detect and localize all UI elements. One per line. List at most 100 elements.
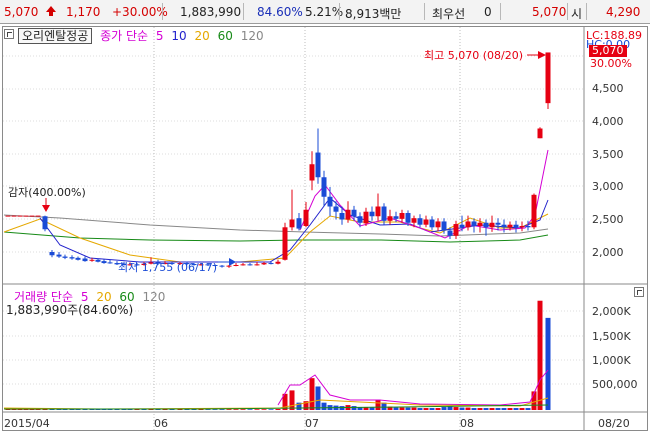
volume-bar (219, 409, 225, 410)
volume-bar (519, 408, 525, 410)
volume-bar (369, 407, 375, 410)
y-tick-4500: 4,500 (592, 82, 624, 95)
candle-body (453, 224, 459, 236)
candle-body (315, 152, 321, 178)
candle-body (219, 265, 225, 267)
candle-body (429, 219, 435, 228)
candle-body (240, 264, 246, 266)
volume-bar (321, 402, 327, 410)
ma60-line (3, 231, 549, 243)
volume-bar (275, 409, 281, 410)
low-annotation: 최저 1,755 (06/17) (118, 261, 218, 274)
volume-bar (459, 407, 465, 410)
candle-body (233, 265, 239, 266)
volume-bar (169, 409, 175, 410)
candle-body (56, 254, 62, 257)
price-volume-chart[interactable] (0, 0, 650, 433)
volume-bar (114, 409, 120, 410)
candle-body (89, 259, 95, 261)
y-tick-3000: 3,000 (592, 180, 624, 193)
volume-bar (162, 409, 168, 410)
x-cursor-date: 08/20 (598, 417, 630, 430)
volume-bar (393, 407, 399, 410)
volume-bar (429, 408, 435, 410)
volume-bar (513, 408, 519, 410)
event-annotation: 감자(400.00%) (8, 186, 86, 199)
volume-panel-menu-icon[interactable] (634, 287, 644, 297)
candle-body (82, 258, 88, 262)
candle-body (275, 261, 281, 264)
volume-bar (261, 409, 267, 410)
price-legend: 오리엔탈정공 종가 단순 5 10 20 60 120 (18, 27, 264, 44)
y-tick-3500: 3,500 (592, 148, 624, 161)
candle-body (393, 216, 399, 219)
current-volume: 1,883,990주(84.60%) (6, 303, 134, 317)
volume-bar (465, 407, 471, 410)
candle-body (69, 257, 75, 259)
candle-body (471, 221, 477, 226)
volume-bar (240, 409, 246, 410)
volume-bar (477, 408, 483, 410)
vol-tick-500k: 500,000 (592, 378, 638, 391)
volume-bar (489, 408, 495, 410)
volume-bar (127, 409, 133, 410)
y-tick-2000: 2,000 (592, 246, 624, 259)
volume-bar (405, 407, 411, 410)
ma-60-label[interactable]: 60 (218, 29, 233, 43)
candle-body (339, 213, 345, 220)
volume-bar (507, 408, 513, 410)
volume-bar (453, 407, 459, 410)
candle-body (42, 216, 48, 230)
volume-bar (483, 408, 489, 410)
y-tick-4000: 4,000 (592, 115, 624, 128)
ma-10-label[interactable]: 10 (171, 29, 186, 43)
candle-body (327, 196, 333, 207)
candle-body (29, 215, 35, 217)
vol-ma-120-label[interactable]: 120 (143, 290, 166, 304)
candle-body (363, 211, 369, 224)
candle-body (507, 224, 513, 228)
candle-body (11, 215, 17, 217)
volume-bar (525, 408, 531, 410)
panel-menu-icon[interactable] (4, 29, 14, 39)
candle-body (545, 52, 551, 104)
candle-body (519, 226, 525, 228)
volume-bar (399, 407, 405, 410)
candle-body (441, 221, 447, 231)
volume-bar (226, 409, 232, 410)
candle-body (261, 263, 267, 265)
ma-20-label[interactable]: 20 (194, 29, 209, 43)
volume-bar (254, 409, 260, 410)
volume-bar (375, 399, 381, 410)
x-label-08: 08 (460, 417, 474, 430)
x-label-06: 06 (154, 417, 168, 430)
candle-body (49, 252, 55, 256)
candle-body (75, 257, 81, 260)
volume-bar (435, 408, 441, 410)
candle-body (525, 226, 531, 228)
candle-body (399, 213, 405, 219)
candle-body (268, 263, 274, 265)
candle-body (282, 227, 288, 260)
candle-body (17, 215, 23, 217)
candle-body (101, 261, 107, 264)
candle-body (369, 211, 375, 217)
volume-bar (441, 407, 447, 410)
ma-5-label[interactable]: 5 (156, 29, 164, 43)
candle-body (345, 209, 351, 220)
volume-bar (417, 408, 423, 410)
volume-bar (177, 409, 183, 410)
vol-tick-1500k: 1,500K (592, 330, 631, 343)
candle-body (381, 206, 387, 221)
candle-body (537, 128, 543, 139)
vol-tick-1000k: 1,000K (592, 354, 631, 367)
volume-bar (447, 406, 453, 410)
candle-body (296, 218, 302, 229)
stock-name[interactable]: 오리엔탈정공 (18, 28, 93, 44)
volume-bar (289, 390, 295, 410)
candle-body (483, 222, 489, 228)
volume-bar (191, 409, 197, 410)
ma-120-label[interactable]: 120 (241, 29, 264, 43)
volume-bar (545, 317, 551, 410)
candle-body (309, 164, 315, 181)
